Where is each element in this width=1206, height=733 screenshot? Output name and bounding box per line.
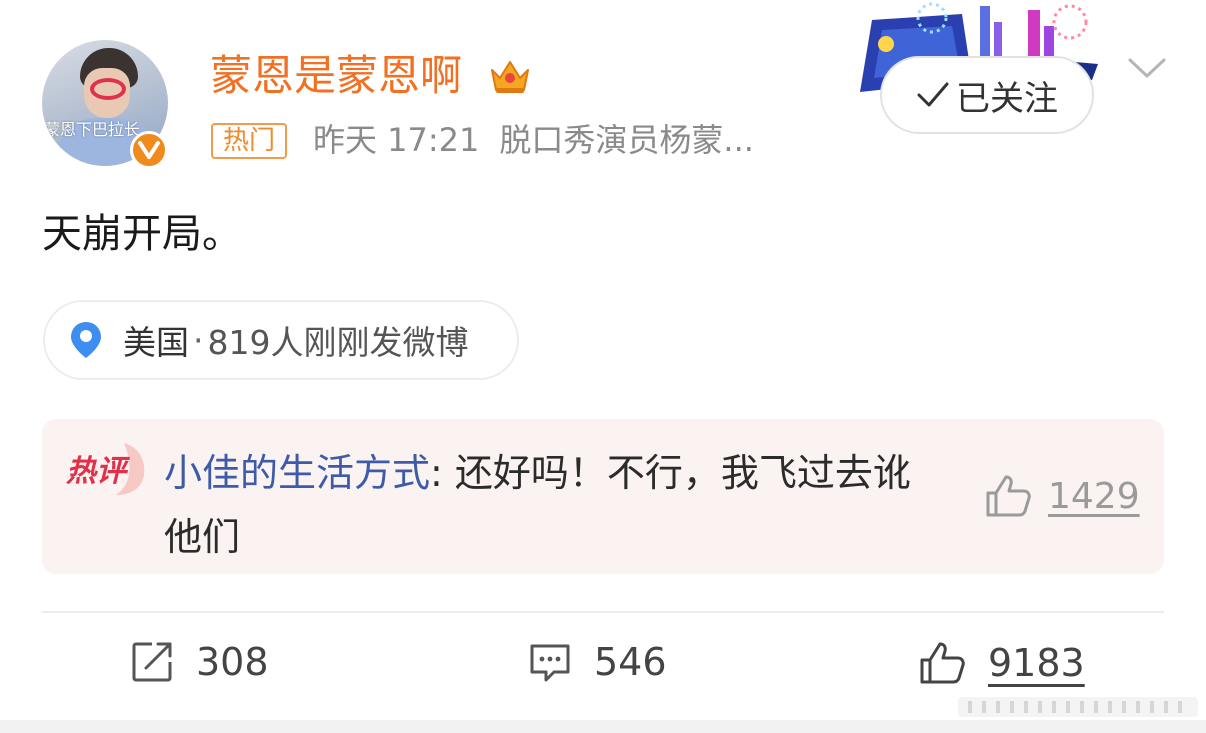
location-chip[interactable]: 美国 · 819人刚刚发微博 [43, 300, 519, 380]
hot-comment-text: 小佳的生活方式: 还好吗！不行，我飞过去讹他们 [164, 441, 924, 569]
chevron-down-icon[interactable] [1126, 52, 1168, 84]
watermark-decoration [958, 697, 1198, 717]
hot-comment[interactable]: 热评 小佳的生活方式: 还好吗！不行，我飞过去讹他们 1429 [42, 419, 1164, 574]
verified-v-icon [130, 131, 168, 169]
hot-comment-like-button[interactable]: 1429 [984, 473, 1140, 519]
hot-comment-like-count: 1429 [1048, 475, 1140, 517]
hot-comment-label-icon: 热评 [65, 443, 145, 495]
like-count: 9183 [988, 641, 1085, 685]
comment-count: 546 [594, 640, 667, 684]
post-meta: 昨天 17:21 脱口秀演员杨蒙... [313, 118, 754, 162]
comment-button[interactable]: 546 [528, 640, 667, 684]
hot-comment-user[interactable]: 小佳的生活方式 [164, 451, 430, 495]
weibo-post-card: 蒙恩下巴拉长 蒙恩是蒙恩啊 热门 昨天 17:21 脱口秀演员杨蒙... 已关注 … [0, 0, 1206, 733]
post-text: 天崩开局。 [42, 211, 242, 257]
action-divider [42, 611, 1164, 613]
repost-count: 308 [196, 640, 269, 684]
post-source: 脱口秀演员杨蒙... [499, 121, 754, 159]
avatar-overlay-text: 蒙恩下巴拉长 [44, 120, 141, 139]
check-icon [917, 82, 949, 107]
hot-tag: 热门 [211, 123, 288, 159]
follow-button[interactable]: 已关注 [880, 56, 1094, 134]
location-activity: 819人刚刚发微博 [207, 323, 469, 362]
location-separator: · [193, 320, 204, 360]
thumbs-up-icon [986, 475, 1031, 517]
location-pin-icon [71, 322, 101, 358]
repost-icon [132, 642, 172, 682]
post-time: 昨天 17:21 [313, 121, 480, 159]
location-place: 美国 [123, 323, 189, 362]
comment-icon [530, 644, 570, 682]
author-name[interactable]: 蒙恩是蒙恩啊 [210, 50, 462, 102]
hot-comment-label: 热评 [65, 454, 131, 489]
crown-icon [491, 61, 529, 93]
like-button[interactable]: 9183 [918, 640, 1085, 686]
repost-button[interactable]: 308 [130, 640, 269, 684]
bottom-separator [0, 720, 1206, 733]
thumbs-up-icon [920, 642, 965, 684]
follow-button-label: 已关注 [956, 78, 1058, 119]
